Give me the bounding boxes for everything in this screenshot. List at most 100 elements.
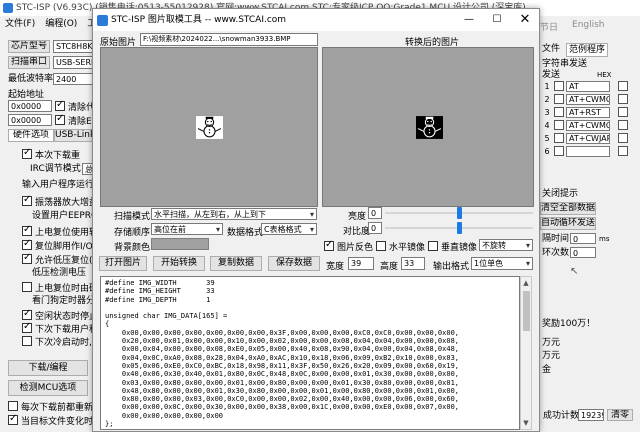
low-volt-reset-checkbox[interactable]: 允许低压复位(禁 <box>22 252 102 266</box>
row-num: 1 <box>544 81 550 91</box>
download-program-button[interactable]: 下载/编程 <box>8 360 88 376</box>
reset-io-checkbox[interactable]: 复位脚用作I/O口 <box>22 238 102 252</box>
promo-text-2: 万元 <box>542 338 561 348</box>
send-row-input[interactable]: AT+RST <box>566 106 610 118</box>
brightness-input[interactable]: 0 <box>368 207 382 219</box>
menu-holiday[interactable]: 节日 <box>540 20 558 33</box>
bg-color-label: 背景颜色 <box>114 243 151 253</box>
port-select[interactable]: USB-SERIAL <box>53 56 93 69</box>
menu-file[interactable]: 文件(F) <box>0 16 40 32</box>
invert-checkbox[interactable]: 图片反色 <box>324 239 373 253</box>
data-format-label: 数据格式 <box>227 228 264 238</box>
check-mcu-button[interactable]: 检测MCU选项 <box>8 380 88 396</box>
output-format-label: 输出格式 <box>433 262 470 272</box>
hex-checkbox[interactable] <box>618 94 628 104</box>
menu-english[interactable]: English <box>572 20 605 33</box>
send-row-input[interactable]: AT+CWJAP <box>566 132 610 144</box>
app-icon <box>3 3 13 13</box>
scroll-up-icon[interactable]: ▲ <box>521 277 531 289</box>
contrast-label: 对比度 <box>343 227 371 237</box>
data-format-select[interactable]: C表格格式 <box>261 223 317 235</box>
image-path-input[interactable]: F:\视频素材\2024022...\snowman3933.BMP <box>140 33 318 46</box>
hex-checkbox[interactable] <box>618 146 628 156</box>
contrast-input[interactable]: 0 <box>368 222 382 234</box>
vmirror-checkbox[interactable]: 垂直镜像 <box>428 240 478 253</box>
irc-mode-label: IRC调节模式 <box>30 164 81 174</box>
menu-program[interactable]: 编程(O) <box>40 16 82 32</box>
start-convert-button[interactable]: 开始转换 <box>153 256 205 271</box>
scroll-thumb[interactable] <box>523 291 530 331</box>
row-num: 3 <box>544 107 550 117</box>
tab-usb-link1[interactable]: USB-Link1 <box>54 129 94 142</box>
code-output-textarea[interactable]: #define IMG_WIDTH 39 #define IMG_HEIGHT … <box>100 276 520 430</box>
clear-all-data-button[interactable]: 清空全部数据 <box>540 202 596 215</box>
dialog-app-icon <box>97 15 108 26</box>
scan-mode-select[interactable]: 水平扫描，从左到右，从上到下 <box>151 208 317 220</box>
tab-demo-programs[interactable]: 范例程序 <box>566 43 609 57</box>
promo-text-3: 万元 <box>542 351 561 361</box>
success-count-label: 成功计数 <box>543 411 580 421</box>
opt-reset-checkbox[interactable]: 本次下载重 <box>22 147 80 161</box>
tab-hardware-options[interactable]: 硬件选项 <box>8 129 54 142</box>
open-image-button[interactable]: 打开图片 <box>99 256 147 271</box>
rotate-select[interactable]: 不旋转 <box>479 239 533 251</box>
hex-checkbox[interactable] <box>618 133 628 143</box>
send-row-button[interactable] <box>554 120 564 130</box>
loop-count-input[interactable]: 0 <box>570 247 596 258</box>
hex-checkbox[interactable] <box>618 120 628 130</box>
hex-checkbox[interactable] <box>618 107 628 117</box>
vmirror-label: 垂直镜像 <box>441 242 478 253</box>
slider-knob[interactable] <box>457 207 462 219</box>
start-address-input[interactable]: 0x0000 <box>8 100 52 112</box>
brightness-slider[interactable] <box>385 207 533 219</box>
send-row-button[interactable] <box>554 133 564 143</box>
slider-knob[interactable] <box>457 222 462 234</box>
send-row-input[interactable]: AT+CWMODE <box>566 93 610 105</box>
send-row-input[interactable] <box>566 145 610 157</box>
send-row-button[interactable] <box>554 94 564 104</box>
bg-color-swatch[interactable] <box>151 238 209 250</box>
close-prompt-label: 关闭提示 <box>542 189 579 199</box>
send-row-button[interactable] <box>554 107 564 117</box>
height-input[interactable]: 33 <box>401 257 425 270</box>
contrast-slider[interactable] <box>385 222 533 234</box>
redownload-checkbox[interactable]: 每次下载前都重新 <box>8 400 93 413</box>
chip-select[interactable]: STC8H8K64U <box>53 40 93 53</box>
auto-loop-send-button[interactable]: 自动循环发送 <box>540 217 596 230</box>
cb-bottom2-label: 当目标文件变化时 <box>21 416 94 427</box>
send-row-input[interactable]: AT <box>566 80 610 92</box>
store-order-select[interactable]: 高位在前 <box>151 223 223 235</box>
clear-count-button[interactable]: 清零 <box>607 409 633 421</box>
close-icon[interactable]: ✕ <box>511 9 539 31</box>
user-freq-label: 输入用户程序运行时 <box>22 180 104 190</box>
right-menu: 节日 English <box>540 20 605 33</box>
send-row-button[interactable] <box>554 146 564 156</box>
row-num: 5 <box>544 133 550 143</box>
promo-text-4: 金 <box>542 365 552 375</box>
eeprom-address-input[interactable]: 0x0000 <box>8 114 52 126</box>
tab-file[interactable]: 文件 <box>542 43 560 55</box>
auto-load-checkbox[interactable]: 当目标文件变化时 <box>8 413 94 427</box>
scroll-down-icon[interactable]: ▼ <box>521 417 531 429</box>
baud-select[interactable]: 2400 <box>53 73 93 85</box>
send-row-input[interactable]: AT+CWMODE <box>566 119 610 131</box>
interval-input[interactable]: 0 <box>570 233 596 244</box>
send-row-1: 1 AT <box>542 80 628 92</box>
success-count-value: 19239 <box>578 409 604 421</box>
hex-checkbox[interactable] <box>618 81 628 91</box>
interval-unit: ms <box>599 235 610 243</box>
copy-data-button[interactable]: 复制数据 <box>210 256 262 271</box>
save-data-button[interactable]: 保存数据 <box>268 256 320 271</box>
scan-port-button[interactable]: 扫描串口 <box>8 56 50 69</box>
maximize-icon[interactable]: ☐ <box>483 9 511 31</box>
send-row-3: 3 AT+RST <box>542 106 628 118</box>
width-input[interactable]: 39 <box>348 257 374 270</box>
send-row-button[interactable] <box>554 81 564 91</box>
code-vertical-scrollbar[interactable]: ▲ ▼ <box>520 276 532 430</box>
store-order-label: 存储顺序 <box>114 228 151 238</box>
output-format-select[interactable]: 1位单色 <box>471 257 533 270</box>
hmirror-checkbox[interactable]: 水平镜像 <box>376 240 425 253</box>
dialog-title: STC-ISP 图片取模工具 -- www.STCAI.com <box>111 15 287 25</box>
minimize-icon[interactable]: — <box>455 9 483 31</box>
row-num: 6 <box>544 146 550 156</box>
